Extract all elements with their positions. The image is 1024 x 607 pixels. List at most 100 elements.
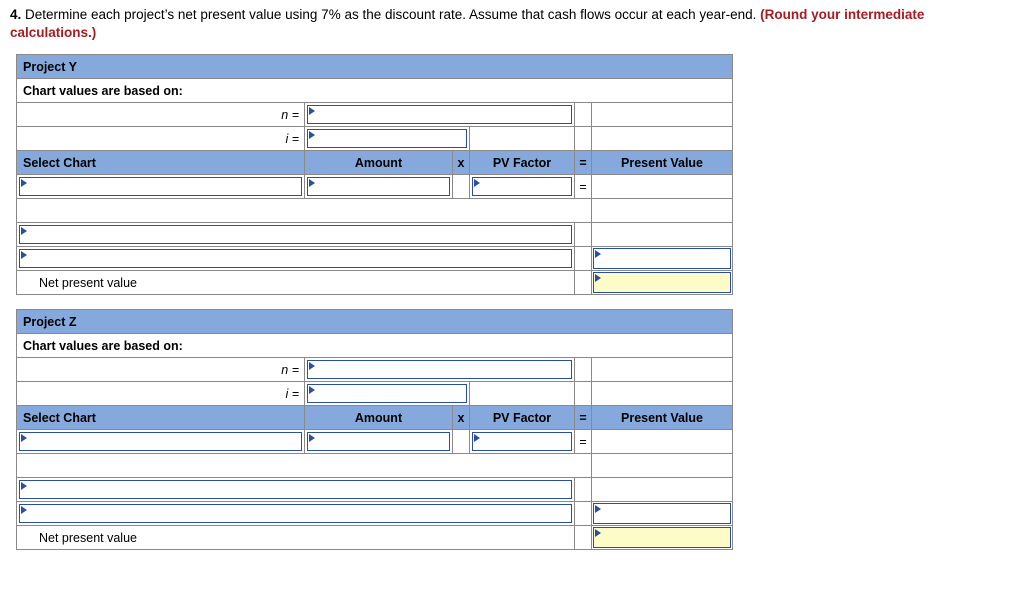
empty-cell [574,270,592,296]
empty-cell [590,102,734,128]
project-z-present-value-cell [590,429,734,455]
empty-cell [590,126,734,152]
project-z-extra-row-2-pv-cell[interactable] [590,501,734,527]
empty-cell [574,102,592,128]
empty-cell [469,126,575,152]
project-z-npv-cell[interactable] [590,525,734,551]
project-z-extra-row-2-pv-input[interactable] [593,503,732,525]
project-z-npv-input[interactable] [593,527,732,549]
project-z-basis-label: Chart values are based on: [15,333,734,359]
project-y-i-input-cell[interactable] [304,126,470,152]
table-row: = [16,174,734,200]
table-row [16,477,734,503]
project-y-npv-cell[interactable] [590,270,734,296]
project-y-select-chart-dropdown[interactable] [19,177,302,197]
project-y-extra-row-1-input[interactable] [19,225,572,245]
project-y-col-pv-factor: PV Factor [469,150,575,176]
project-z-title: Project Z [15,309,734,335]
empty-cell [574,126,592,152]
project-y-n-input[interactable] [307,105,572,125]
project-y-npv-input[interactable] [593,272,732,294]
project-y-col-times: x [452,150,470,176]
project-z-n-input[interactable] [307,360,572,380]
empty-cell [590,477,734,503]
project-z-col-present-value: Present Value [590,405,734,431]
table-row [16,246,734,272]
empty-cell [574,525,592,551]
table-gap [16,295,1024,309]
project-y-basis-label: Chart values are based on: [15,78,734,104]
project-y-select-chart-cell[interactable] [16,174,305,200]
empty-cell [574,501,592,527]
project-y-times-cell [452,174,470,200]
question-number: 4. [10,7,22,22]
project-z-pv-factor-cell[interactable] [469,429,575,455]
project-z-amount-cell[interactable] [304,429,453,455]
project-y-col-equals: = [574,150,592,176]
table-row [16,222,734,248]
table-row: = [16,429,734,455]
project-z-select-chart-dropdown[interactable] [19,432,302,452]
project-y-npv-label: Net present value [16,270,575,296]
empty-cell [574,246,592,272]
table-row: Project Z [15,309,734,335]
table-row: Select Chart Amount x PV Factor = Presen… [16,150,734,176]
table-row: Chart values are based on: [15,78,734,104]
project-y-amount-input[interactable] [307,177,450,197]
project-y-extra-row-2-input[interactable] [19,249,572,269]
project-y-col-amount: Amount [304,150,453,176]
table-row [16,501,734,527]
project-y-pv-factor-cell[interactable] [469,174,575,200]
table-row: i = [16,126,734,152]
empty-cell [590,222,734,248]
project-y-extra-row-2-pv-input[interactable] [593,248,732,270]
project-z-amount-input[interactable] [307,432,450,452]
project-z-i-input[interactable] [307,384,467,404]
project-z-n-input-cell[interactable] [304,357,575,383]
project-y-n-label: n = [16,102,305,128]
table-row: i = [16,381,734,407]
table-row [16,198,734,224]
project-z-col-times: x [452,405,470,431]
project-z-extra-row-2-input[interactable] [19,504,572,524]
project-y-equals-cell: = [574,174,592,200]
project-y-amount-cell[interactable] [304,174,453,200]
project-z-col-pv-factor: PV Factor [469,405,575,431]
empty-cell [574,477,592,503]
project-y-i-input[interactable] [307,129,467,149]
project-z-select-chart-cell[interactable] [16,429,305,455]
empty-cell [590,453,734,479]
empty-cell [574,222,592,248]
project-y-n-input-cell[interactable] [304,102,575,128]
empty-cell [16,453,592,479]
project-y-extra-row-2-pv-cell[interactable] [590,246,734,272]
project-y-extra-row-1-cell[interactable] [16,222,575,248]
empty-cell [574,381,592,407]
project-z-npv-label: Net present value [16,525,575,551]
table-row: n = [16,102,734,128]
project-z-pv-factor-input[interactable] [472,432,572,452]
project-z-extra-row-1-cell[interactable] [16,477,575,503]
project-z-col-select-chart: Select Chart [16,405,305,431]
project-z-extra-row-2-cell[interactable] [16,501,575,527]
project-z-equals-cell: = [574,429,592,455]
project-z-i-input-cell[interactable] [304,381,470,407]
table-row: Net present value [16,270,734,296]
project-y-pv-factor-input[interactable] [472,177,572,197]
question-body: Determine each project’s net present val… [21,7,761,22]
project-z-col-equals: = [574,405,592,431]
empty-cell [590,357,734,383]
project-y-title: Project Y [15,54,734,80]
project-y-extra-row-2-cell[interactable] [16,246,575,272]
project-z-extra-row-1-input[interactable] [19,480,572,500]
project-y-present-value-cell [590,174,734,200]
table-row: Project Y [15,54,734,80]
project-z-times-cell [452,429,470,455]
empty-cell [469,381,575,407]
project-z-col-amount: Amount [304,405,453,431]
project-y-i-label: i = [16,126,305,152]
empty-cell [590,198,734,224]
question-text: 4. Determine each project’s net present … [0,0,1010,42]
project-z-table: Project Z Chart values are based on: n =… [15,309,734,551]
table-row: Net present value [16,525,734,551]
